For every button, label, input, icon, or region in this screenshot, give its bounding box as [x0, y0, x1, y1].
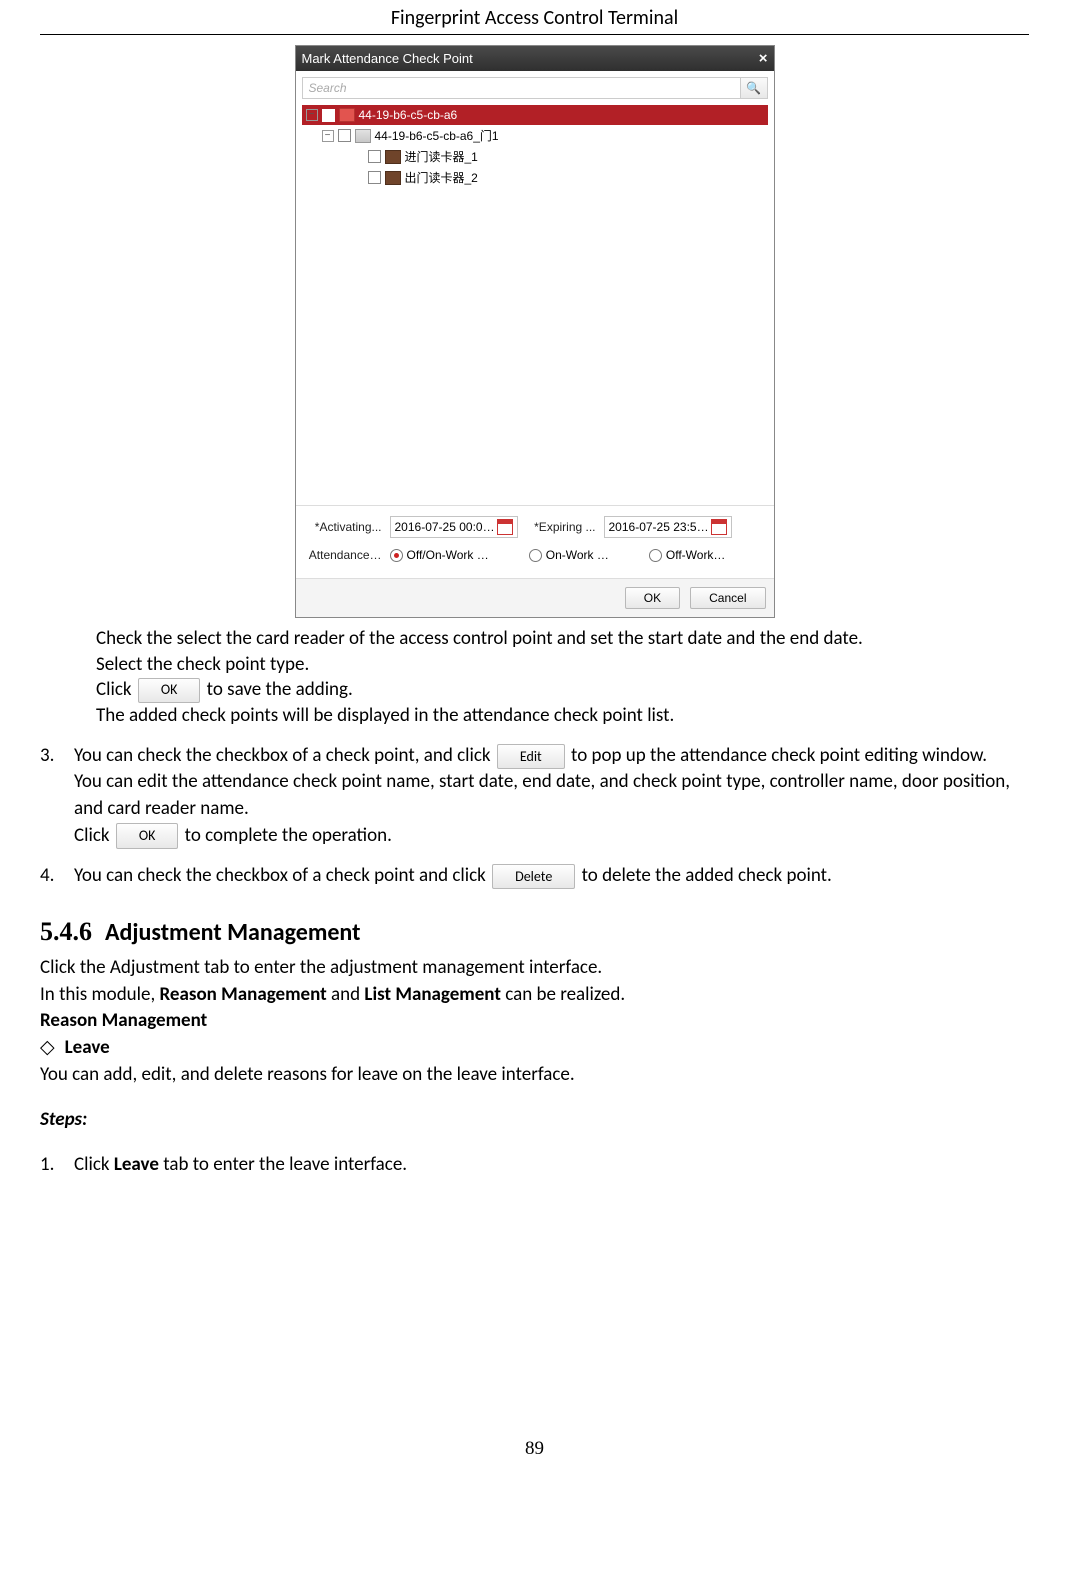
door-icon: [355, 129, 371, 143]
tree-root-row[interactable]: − 44-19-b6-c5-cb-a6: [302, 105, 768, 125]
bold-text: Leave: [65, 1036, 110, 1059]
text-span: to delete the added check point.: [582, 864, 832, 887]
tree-reader-label: 进门读卡器_1: [405, 148, 478, 165]
radio-on-work[interactable]: [529, 549, 542, 562]
paragraph: Click the Adjustment tab to enter the ad…: [40, 955, 1029, 982]
expiring-date-value: 2016-07-25 23:5…: [609, 520, 709, 534]
list-number: 1.: [40, 1152, 74, 1179]
text-span: and: [327, 983, 365, 1006]
expiring-label: *Expiring ...: [526, 520, 596, 534]
page-number: 89: [40, 1438, 1029, 1460]
text-span: Click: [96, 678, 132, 701]
radio-label: On-Work …: [546, 548, 609, 562]
diamond-icon: ◇: [40, 1037, 55, 1058]
section-number: 5.4.6: [40, 917, 92, 946]
activating-date-input[interactable]: 2016-07-25 00:0…: [390, 516, 518, 538]
paragraph: Click OK to complete the operation.: [74, 823, 1029, 850]
steps-label: Steps:: [40, 1107, 1029, 1133]
paragraph: Click OK to save the adding.: [96, 677, 1029, 703]
page-header: Fingerprint Access Control Terminal: [40, 0, 1029, 35]
text-span: to pop up the attendance check point edi…: [571, 744, 987, 767]
tree-door-row[interactable]: − 44-19-b6-c5-cb-a6_门1: [322, 125, 768, 146]
radio-off-on-work[interactable]: [390, 549, 403, 562]
activating-date-value: 2016-07-25 00:0…: [395, 520, 495, 534]
checkbox[interactable]: [338, 129, 351, 142]
close-icon[interactable]: ×: [759, 50, 768, 67]
collapse-icon[interactable]: −: [322, 130, 334, 142]
tree-reader-row[interactable]: 出门读卡器_2: [368, 167, 768, 188]
delete-button-inline[interactable]: Delete: [492, 864, 575, 890]
text-span: You can check the checkbox of a check po…: [74, 864, 486, 887]
text-span: can be realized.: [501, 983, 625, 1006]
list-number: 4.: [40, 863, 74, 890]
ok-button-inline[interactable]: OK: [116, 823, 179, 849]
section-heading: 5.4.6 Adjustment Management: [40, 914, 1029, 949]
paragraph: Check the select the card reader of the …: [96, 626, 1029, 652]
paragraph: You can add, edit, and delete reasons fo…: [40, 1062, 1029, 1089]
ok-button[interactable]: OK: [625, 587, 680, 609]
step-content: Click Leave tab to enter the leave inter…: [74, 1152, 1029, 1179]
bold-text: Reason Management: [160, 983, 327, 1006]
attendance-label: Attendance…: [304, 548, 382, 562]
sub-heading: Reason Management: [40, 1008, 1029, 1035]
list-number: 3.: [40, 743, 74, 849]
text-span: In this module,: [40, 983, 160, 1006]
text-span: to save the adding.: [207, 678, 353, 701]
bullet-leave: ◇ Leave: [40, 1035, 1029, 1062]
expiring-date-input[interactable]: 2016-07-25 23:5…: [604, 516, 732, 538]
folder-icon: [339, 108, 355, 122]
text-span: tab to enter the leave interface.: [159, 1153, 407, 1176]
calendar-icon[interactable]: [711, 519, 727, 535]
radio-off-work[interactable]: [649, 549, 662, 562]
search-icon: 🔍: [746, 81, 761, 95]
edit-button-inline[interactable]: Edit: [497, 744, 565, 770]
tree-reader-label: 出门读卡器_2: [405, 169, 478, 186]
checkbox[interactable]: [322, 109, 335, 122]
tree-door-label: 44-19-b6-c5-cb-a6_门1: [375, 127, 499, 144]
radio-label: Off/On-Work …: [407, 548, 489, 562]
reader-icon: [385, 150, 401, 164]
section-title: Adjustment Management: [105, 918, 360, 947]
tree-reader-row[interactable]: 进门读卡器_1: [368, 146, 768, 167]
checkbox[interactable]: [368, 150, 381, 163]
search-input[interactable]: Search: [302, 77, 741, 99]
paragraph: Select the check point type.: [96, 652, 1029, 678]
paragraph: The added check points will be displayed…: [96, 703, 1029, 729]
radio-label: Off-Work…: [666, 548, 726, 562]
text-span: Click: [74, 824, 110, 847]
paragraph: In this module, Reason Management and Li…: [40, 982, 1029, 1009]
text-span: You can check the checkbox of a check po…: [74, 744, 491, 767]
mark-attendance-dialog: Mark Attendance Check Point × Search 🔍 −…: [295, 45, 775, 618]
dialog-title: Mark Attendance Check Point: [302, 51, 473, 66]
tree-root-label: 44-19-b6-c5-cb-a6: [359, 108, 458, 122]
ok-button-inline[interactable]: OK: [138, 678, 201, 703]
text-span: to complete the operation.: [185, 824, 392, 847]
collapse-icon[interactable]: −: [306, 109, 318, 121]
calendar-icon[interactable]: [497, 519, 513, 535]
text-span: Click: [74, 1153, 114, 1176]
cancel-button[interactable]: Cancel: [690, 587, 765, 609]
checkbox[interactable]: [368, 171, 381, 184]
bold-text: List Management: [364, 983, 501, 1006]
search-button[interactable]: 🔍: [741, 77, 768, 99]
reader-icon: [385, 171, 401, 185]
bold-text: Leave: [114, 1153, 159, 1176]
paragraph: You can edit the attendance check point …: [74, 769, 1029, 822]
dialog-titlebar: Mark Attendance Check Point ×: [296, 46, 774, 71]
activating-label: *Activating...: [304, 520, 382, 534]
